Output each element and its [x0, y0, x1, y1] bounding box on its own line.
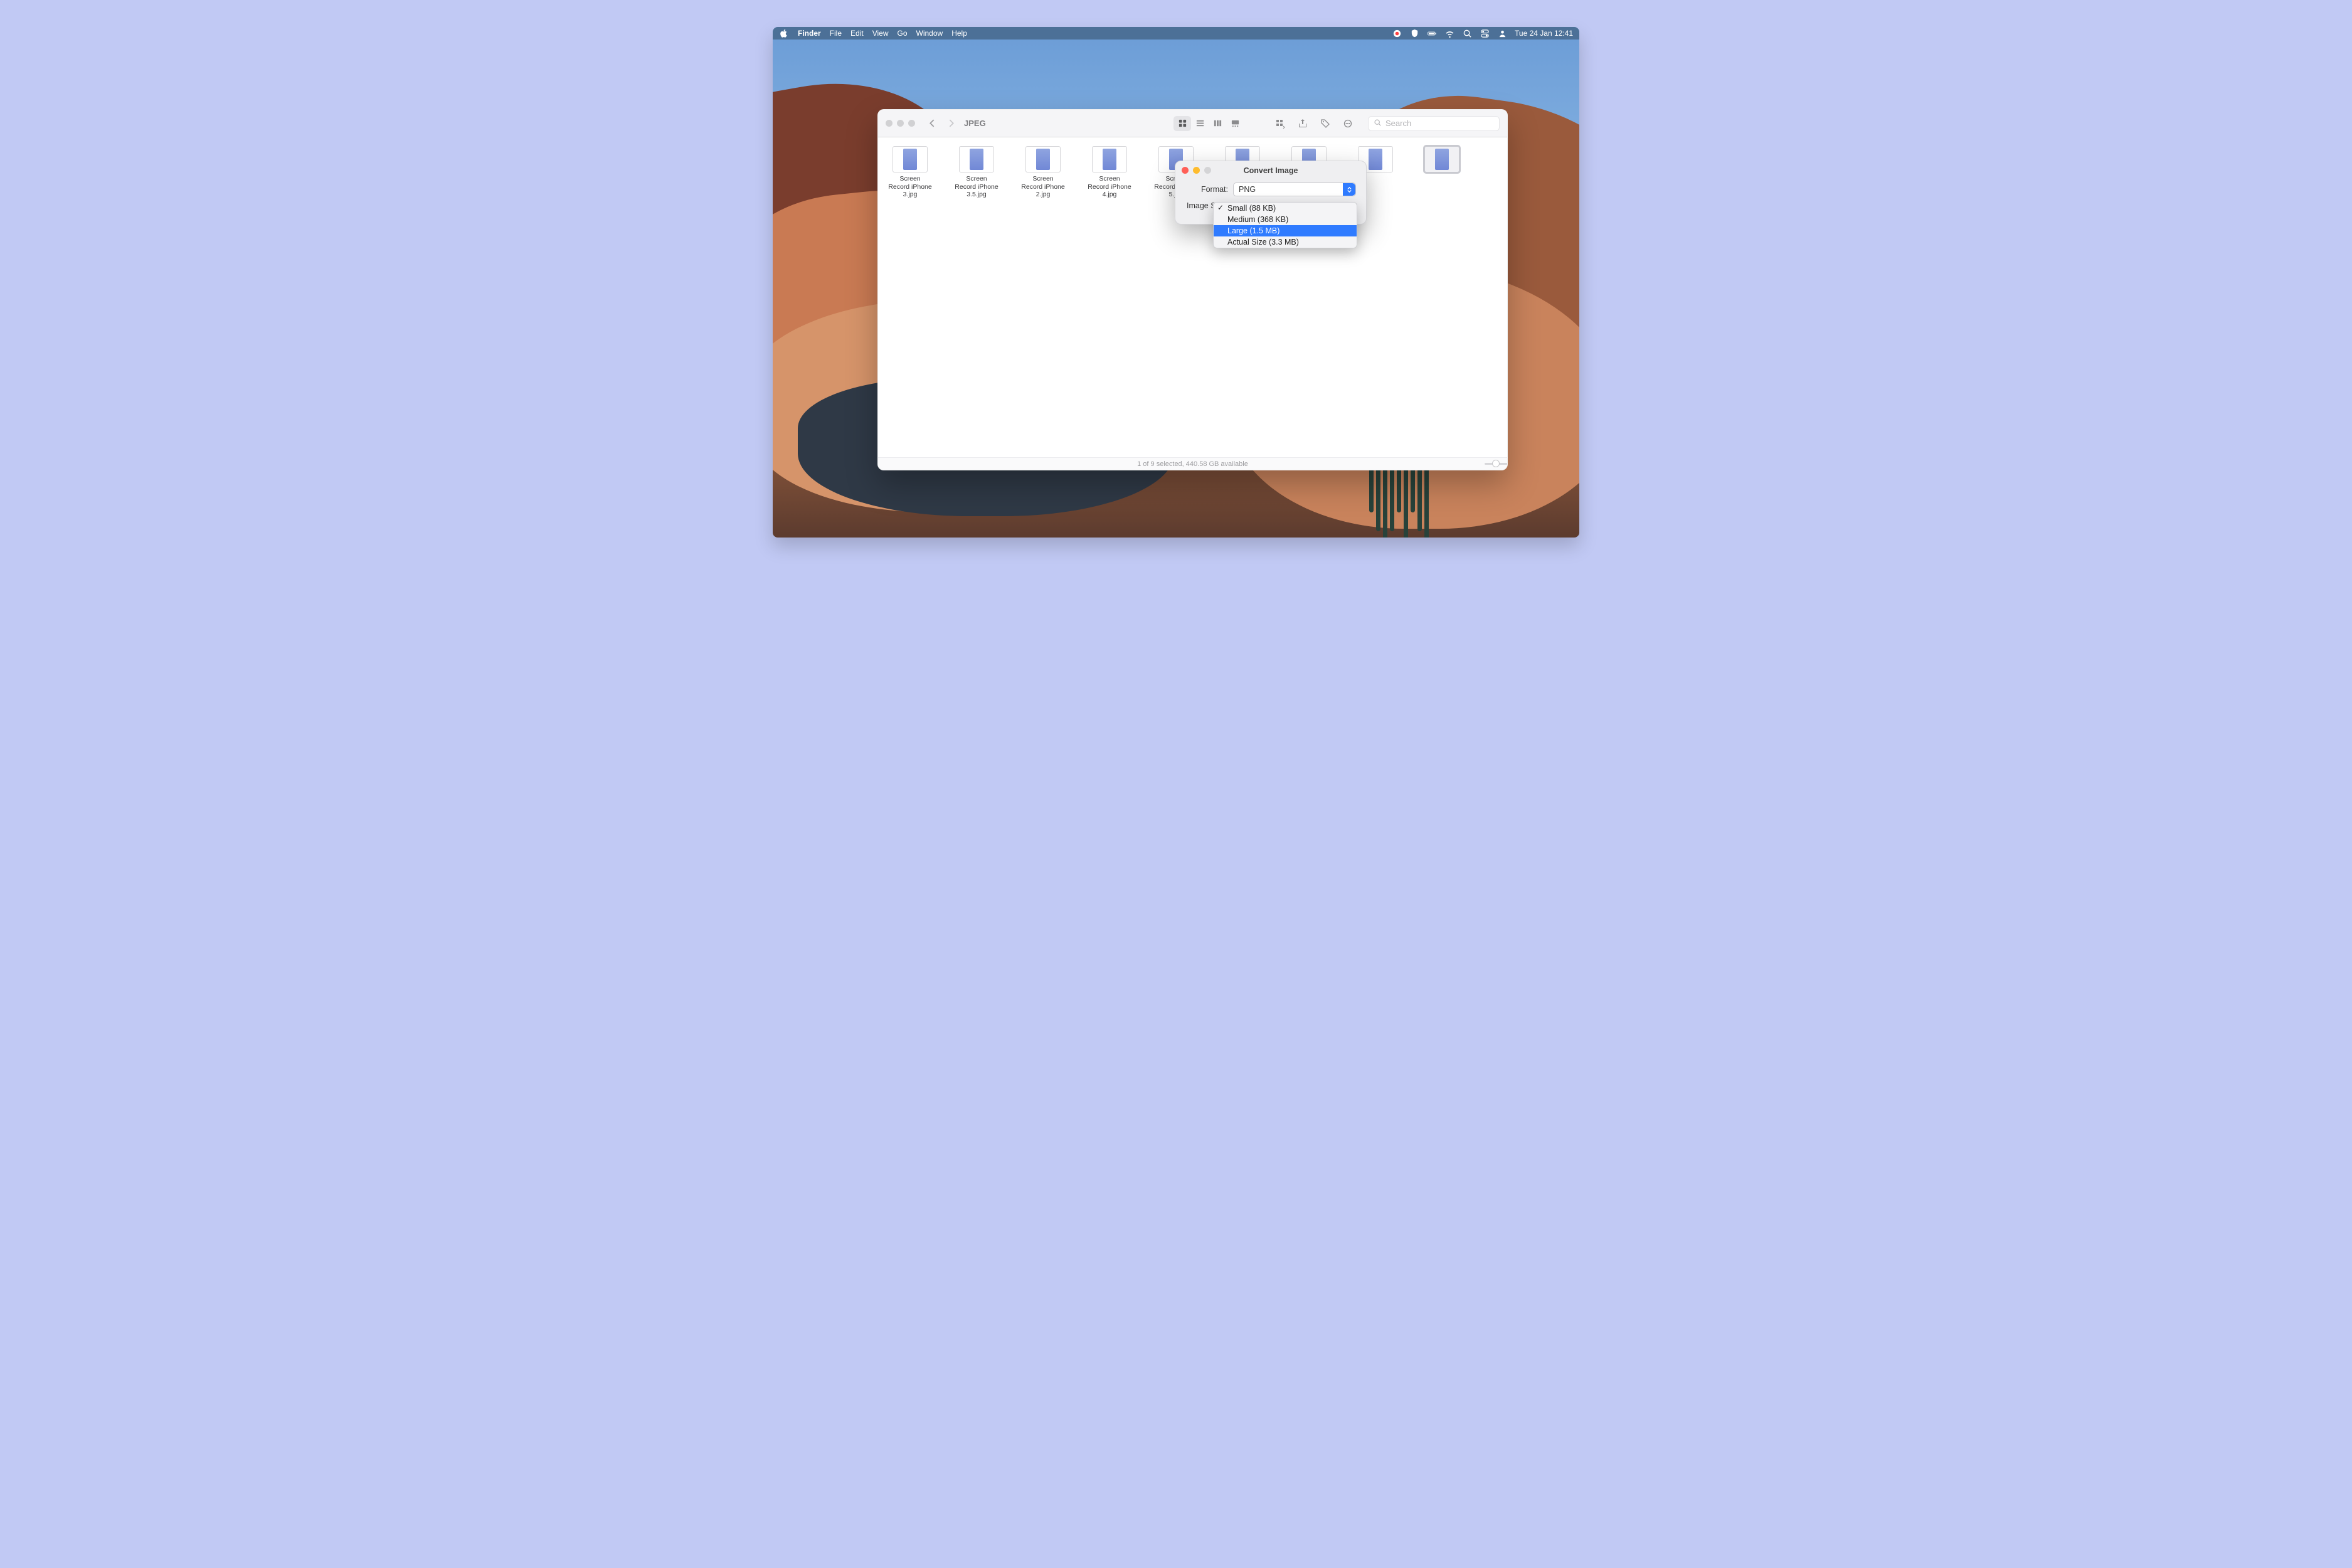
status-control-center-icon[interactable]: [1480, 28, 1490, 38]
group-by-button[interactable]: [1271, 116, 1289, 131]
status-search-icon[interactable]: [1462, 28, 1472, 38]
view-list[interactable]: [1191, 116, 1209, 131]
desktop: Finder File Edit View Go Window Help Tue…: [773, 27, 1579, 538]
option-label: Large (1.5 MB): [1227, 226, 1279, 235]
traffic-zoom[interactable]: [908, 120, 915, 127]
image-size-option[interactable]: ✓Small (88 KB): [1214, 203, 1357, 214]
sheet-zoom[interactable]: [1204, 167, 1211, 174]
share-button[interactable]: [1294, 116, 1311, 131]
search-icon: [1374, 119, 1382, 129]
view-gallery[interactable]: [1226, 116, 1244, 131]
view-columns[interactable]: [1209, 116, 1226, 131]
traffic-close[interactable]: [886, 120, 893, 127]
status-record-icon[interactable]: [1392, 28, 1402, 38]
chevron-updown-icon: [1343, 183, 1355, 196]
nav-back-button[interactable]: [925, 117, 939, 130]
tags-button[interactable]: [1316, 116, 1334, 131]
format-label: Format:: [1185, 185, 1233, 194]
file-item[interactable]: Screen Record iPhone 2.jpg: [1021, 146, 1065, 199]
status-wifi-icon[interactable]: [1444, 28, 1454, 38]
menubar-item-view[interactable]: View: [872, 29, 889, 38]
search-field[interactable]: Search: [1368, 116, 1500, 131]
menubar-app-name[interactable]: Finder: [798, 29, 821, 38]
file-name: Screen Record iPhone 4.jpg: [1088, 175, 1131, 199]
sheet-title: Convert Image: [1244, 166, 1298, 175]
image-size-option[interactable]: Actual Size (3.3 MB): [1214, 236, 1357, 248]
apple-menu-icon[interactable]: [779, 28, 789, 38]
finder-statusbar: 1 of 9 selected, 440.58 GB available: [878, 457, 1507, 470]
file-name: Screen Record iPhone 2.jpg: [1021, 175, 1065, 199]
menubar-item-file[interactable]: File: [830, 29, 842, 38]
format-select[interactable]: PNG: [1233, 183, 1356, 196]
file-thumbnail: [893, 146, 928, 172]
action-button[interactable]: [1339, 116, 1357, 131]
file-thumbnail: [959, 146, 994, 172]
option-label: Medium (368 KB): [1227, 215, 1288, 224]
file-item[interactable]: [1420, 146, 1464, 199]
image-size-option[interactable]: Large (1.5 MB): [1214, 225, 1357, 236]
icon-size-slider[interactable]: [1485, 460, 1500, 467]
finder-title: JPEG: [964, 119, 986, 128]
image-size-dropdown: ✓Small (88 KB)Medium (368 KB)Large (1.5 …: [1213, 202, 1357, 248]
sheet-minimize[interactable]: [1193, 167, 1200, 174]
view-mode-segment: [1173, 116, 1244, 131]
menubar-datetime[interactable]: Tue 24 Jan 12:41: [1515, 29, 1573, 38]
status-shield-icon[interactable]: [1409, 28, 1419, 38]
traffic-minimize[interactable]: [897, 120, 904, 127]
menubar-item-window[interactable]: Window: [916, 29, 943, 38]
status-user-icon[interactable]: [1497, 28, 1507, 38]
file-name: Screen Record iPhone 3.jpg: [888, 175, 932, 199]
file-thumbnail: [1025, 146, 1061, 172]
convert-image-sheet: Convert Image Format: PNG Image Size: ✓S…: [1175, 161, 1367, 225]
traffic-lights: [886, 120, 915, 127]
nav-forward-button[interactable]: [944, 117, 958, 130]
menubar: Finder File Edit View Go Window Help Tue…: [773, 27, 1579, 40]
format-value: PNG: [1239, 185, 1256, 194]
sheet-close[interactable]: [1182, 167, 1189, 174]
option-label: Small (88 KB): [1227, 204, 1276, 213]
file-item[interactable]: Screen Record iPhone 4.jpg: [1088, 146, 1131, 199]
file-item[interactable]: Screen Record iPhone 3.5.jpg: [955, 146, 999, 199]
search-placeholder: Search: [1385, 119, 1411, 128]
file-thumbnail: [1092, 146, 1127, 172]
option-label: Actual Size (3.3 MB): [1227, 238, 1299, 246]
image-size-option[interactable]: Medium (368 KB): [1214, 214, 1357, 225]
menubar-item-go[interactable]: Go: [898, 29, 908, 38]
menubar-item-edit[interactable]: Edit: [850, 29, 864, 38]
view-icons[interactable]: [1173, 116, 1191, 131]
file-item[interactable]: Screen Record iPhone 3.jpg: [888, 146, 932, 199]
check-icon: ✓: [1217, 203, 1224, 212]
status-text: 1 of 9 selected, 440.58 GB available: [1137, 460, 1248, 468]
menubar-item-help[interactable]: Help: [951, 29, 967, 38]
file-thumbnail: [1424, 146, 1459, 172]
file-name: Screen Record iPhone 3.5.jpg: [955, 175, 999, 199]
finder-toolbar: JPEG Search: [878, 110, 1507, 137]
status-battery-icon[interactable]: [1427, 28, 1437, 38]
